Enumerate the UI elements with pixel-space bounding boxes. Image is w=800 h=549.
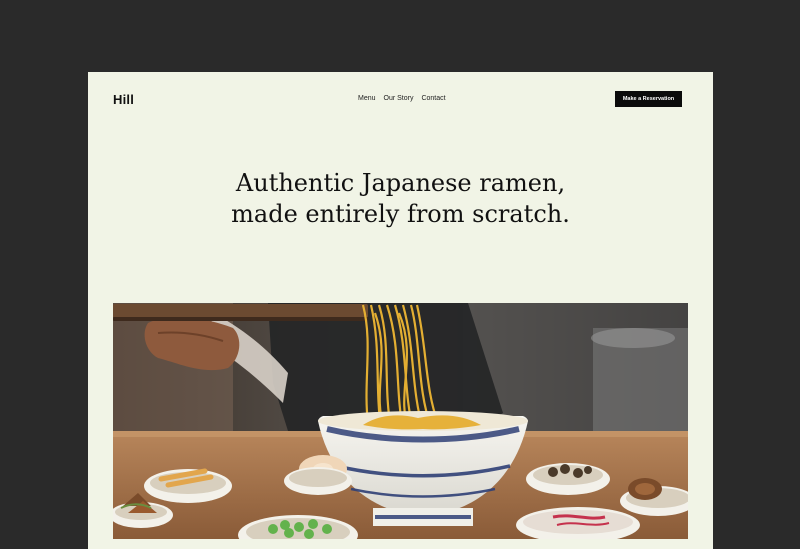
ramen-photo — [113, 303, 688, 539]
website-page: Hill Menu Our Story Contact Make a Reser… — [88, 72, 713, 549]
hero-image — [113, 303, 688, 539]
main-nav: Menu Our Story Contact — [358, 95, 446, 102]
make-reservation-button[interactable]: Make a Reservation — [615, 91, 682, 107]
brand-logo[interactable]: Hill — [113, 92, 134, 107]
nav-item-contact[interactable]: Contact — [421, 95, 445, 102]
nav-item-menu[interactable]: Menu — [358, 95, 376, 102]
hero-headline-line-2: made entirely from scratch. — [231, 200, 570, 228]
hero-headline-line-1: Authentic Japanese ramen, — [235, 169, 566, 197]
nav-item-our-story[interactable]: Our Story — [384, 95, 414, 102]
hero-headline: Authentic Japanese ramen, made entirely … — [88, 168, 713, 230]
